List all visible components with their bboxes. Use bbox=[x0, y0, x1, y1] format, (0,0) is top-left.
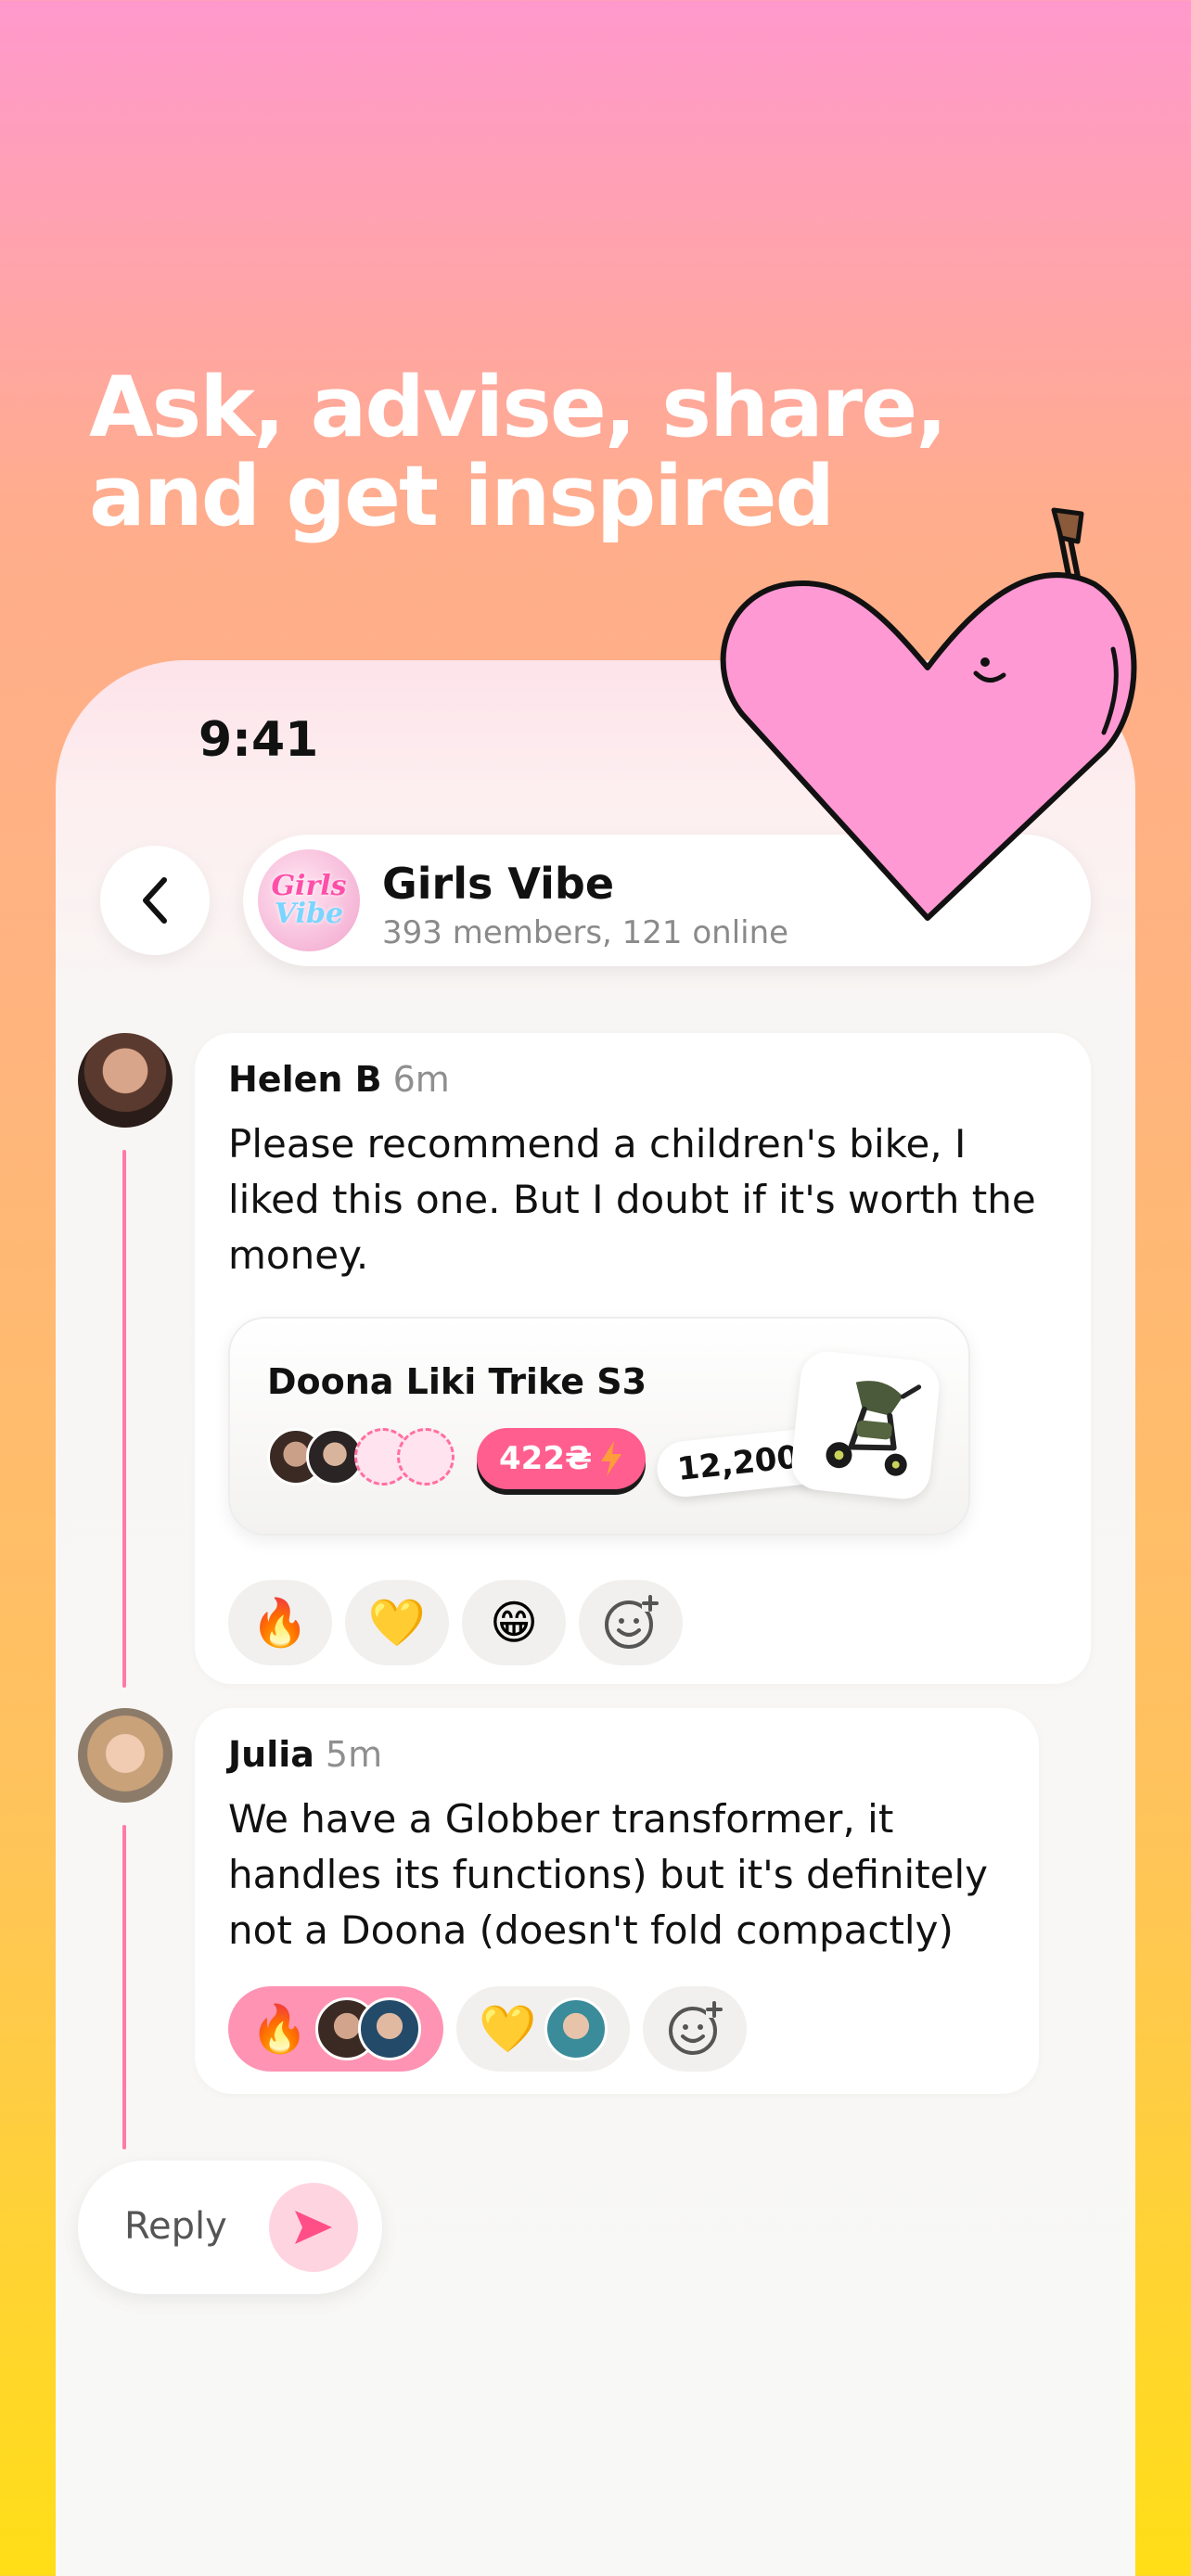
thread-line bbox=[122, 1825, 126, 2149]
send-icon bbox=[295, 2211, 332, 2244]
message-author: Helen B 6m bbox=[228, 1059, 450, 1100]
reaction-fire[interactable]: 🔥 bbox=[228, 1986, 444, 2072]
lightning-icon bbox=[601, 1441, 622, 1476]
message-time: 6m bbox=[392, 1059, 450, 1100]
author-name: Julia bbox=[228, 1734, 314, 1775]
reactor-avatars bbox=[315, 1997, 422, 2060]
back-chevron-icon bbox=[143, 877, 167, 924]
reaction-heart[interactable]: 💛 bbox=[345, 1580, 449, 1665]
group-avatar-text-1: Girls bbox=[271, 870, 347, 902]
reaction-fire[interactable]: 🔥 bbox=[228, 1580, 332, 1665]
group-avatar: Girls Vibe bbox=[258, 849, 360, 951]
reply-bar[interactable]: Reply bbox=[78, 2161, 382, 2294]
avatar-helen[interactable] bbox=[78, 1033, 173, 1128]
reaction-emoji: 💛 bbox=[479, 2001, 537, 2056]
group-price-badge[interactable]: 422₴ bbox=[477, 1428, 647, 1489]
thread-line bbox=[122, 1150, 126, 1688]
reaction-grin[interactable]: 😁 bbox=[462, 1580, 566, 1665]
reply-label: Reply bbox=[124, 2205, 227, 2248]
reactor-avatars bbox=[544, 1997, 608, 2060]
group-title: Girls Vibe bbox=[382, 859, 615, 909]
reactions-row: 🔥 💛 bbox=[228, 1986, 747, 2072]
reactor-avatar bbox=[358, 1997, 422, 2060]
message-time: 5m bbox=[325, 1734, 383, 1775]
empty-buyer-slot bbox=[397, 1428, 455, 1486]
product-name: Doona Liki Trike S3 bbox=[267, 1361, 647, 1402]
add-reaction-icon bbox=[668, 2001, 723, 2055]
reaction-heart[interactable]: 💛 bbox=[456, 1986, 630, 2072]
status-time: 9:41 bbox=[198, 712, 319, 768]
back-button[interactable] bbox=[100, 846, 210, 955]
group-price: 422₴ bbox=[499, 1440, 593, 1477]
send-button[interactable] bbox=[269, 2183, 358, 2272]
reactor-avatar bbox=[544, 1997, 608, 2060]
message-bubble[interactable]: Julia 5m We have a Globber transformer, i… bbox=[195, 1708, 1039, 2094]
add-reaction-button[interactable] bbox=[642, 1986, 747, 2072]
heart-mascot-icon bbox=[720, 507, 1137, 921]
reactions-row: 🔥 💛 😁 bbox=[228, 1580, 683, 1665]
reaction-emoji: 🔥 bbox=[250, 2001, 309, 2056]
author-name: Helen B bbox=[228, 1059, 382, 1100]
message-bubble[interactable]: Helen B 6m Please recommend a children's … bbox=[195, 1033, 1091, 1684]
message-text: We have a Globber transformer, it handle… bbox=[228, 1796, 989, 1953]
product-card[interactable]: Doona Liki Trike S3 422₴ 12,200 ₴ bbox=[228, 1317, 970, 1536]
product-image[interactable] bbox=[788, 1348, 942, 1502]
message-text: Please recommend a children's bike, I li… bbox=[228, 1121, 1036, 1278]
phone-frame: 9:41 Girls Vibe Girls Vibe 393 members, … bbox=[56, 660, 1135, 2576]
trike-icon bbox=[826, 1381, 922, 1476]
avatar-julia[interactable] bbox=[78, 1708, 173, 1803]
message-author: Julia 5m bbox=[228, 1734, 382, 1775]
add-reaction-icon bbox=[605, 1595, 659, 1649]
group-avatar-text-2: Vibe bbox=[274, 898, 344, 930]
add-reaction-button[interactable] bbox=[579, 1580, 683, 1665]
